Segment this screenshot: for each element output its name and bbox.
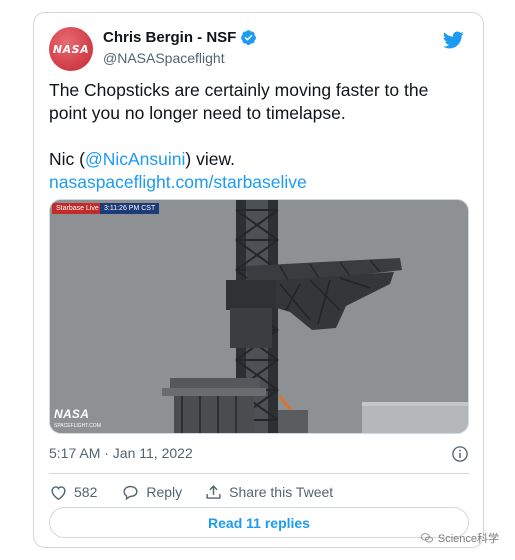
divider	[49, 473, 469, 474]
tweet-text-prefix: Nic (	[49, 149, 85, 169]
tweet-text-suffix: ) view.	[185, 149, 236, 169]
tweet-header: NASA Chris Bergin - NSF @NASASpaceflight	[49, 27, 469, 73]
avatar[interactable]: NASA	[49, 27, 93, 71]
reply-label: Reply	[146, 484, 183, 500]
tweet-card: NASA Chris Bergin - NSF @NASASpaceflight…	[33, 12, 484, 548]
tweet-meta: 5:17 AM · Jan 11, 2022	[49, 445, 469, 465]
tweet-actions: 582 Reply Share this Tweet	[49, 481, 355, 503]
nasa-watermark-sub: SPACEFLIGHT.COM	[54, 423, 101, 429]
wechat-logo-icon	[420, 533, 433, 543]
author-block[interactable]: Chris Bergin - NSF @NASASpaceflight	[103, 29, 257, 66]
read-replies-button[interactable]: Read 11 replies	[49, 507, 469, 538]
twitter-bird-icon[interactable]	[441, 29, 465, 51]
info-icon[interactable]	[451, 445, 469, 463]
share-button[interactable]: Share this Tweet	[204, 483, 333, 502]
heart-icon	[51, 485, 66, 500]
verified-badge-icon	[241, 30, 257, 45]
reply-bubble-icon	[123, 485, 138, 500]
avatar-text: NASA	[52, 42, 90, 56]
starbase-live-link[interactable]: nasaspaceflight.com/starbaselive	[49, 171, 469, 194]
author-display-name[interactable]: Chris Bergin - NSF	[103, 29, 236, 46]
author-handle[interactable]: @NASASpaceflight	[103, 50, 257, 66]
share-icon	[206, 484, 221, 499]
tweet-timestamp[interactable]: 5:17 AM · Jan 11, 2022	[49, 445, 193, 461]
share-label: Share this Tweet	[229, 484, 334, 500]
tweet-text: The Chopsticks are certainly moving fast…	[49, 79, 469, 194]
tweet-text-line1: The Chopsticks are certainly moving fast…	[49, 80, 429, 123]
like-count: 582	[74, 484, 98, 500]
tweet-text-line2: Nic (@NicAnsuini) view.	[49, 148, 469, 171]
page-watermark: Science科学	[420, 530, 499, 546]
stream-label: Starbase Live	[52, 203, 103, 214]
launch-tower-image	[50, 200, 468, 433]
nasa-watermark: NASA	[54, 407, 90, 421]
mention-link[interactable]: @NicAnsuini	[85, 149, 185, 169]
like-button[interactable]: 582	[49, 483, 97, 502]
reply-button[interactable]: Reply	[121, 483, 182, 502]
tweet-media-video[interactable]: Starbase Live 3:11:26 PM CST NASA SPACEF…	[49, 199, 469, 434]
page-watermark-text: Science科学	[437, 533, 499, 545]
stream-time-label: 3:11:26 PM CST	[100, 203, 160, 214]
author-name-row: Chris Bergin - NSF	[103, 29, 257, 46]
